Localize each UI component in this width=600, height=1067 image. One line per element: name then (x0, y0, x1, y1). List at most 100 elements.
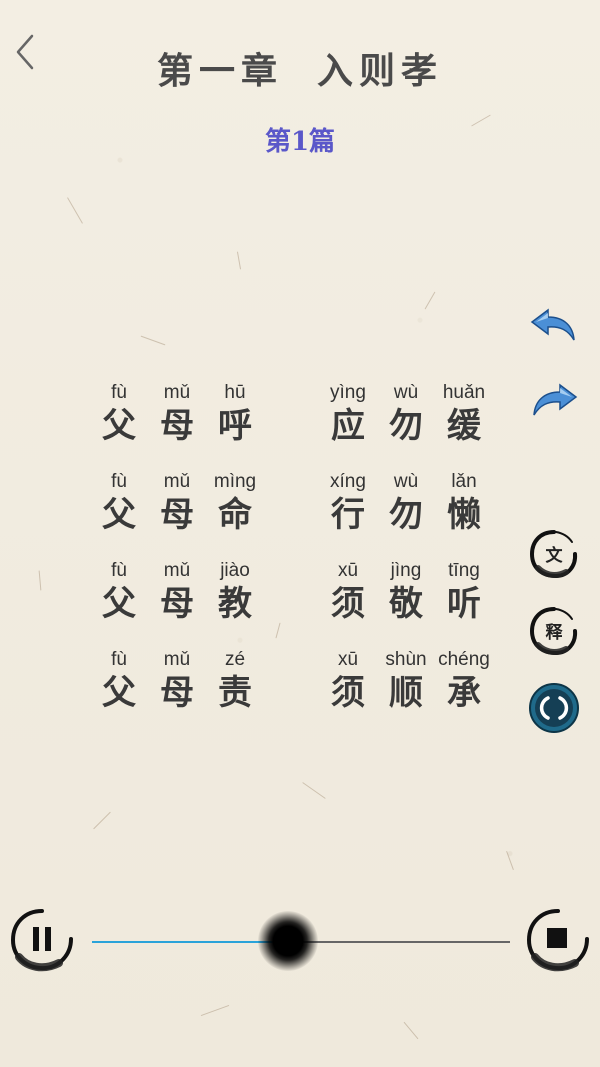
pinyin-label: fù (111, 649, 127, 670)
pinyin-label: shùn (385, 649, 427, 670)
character-cell[interactable]: mǔ 母 (148, 380, 206, 469)
hanzi-character: 命 (218, 495, 252, 535)
pinyin-label: wù (393, 382, 419, 403)
verse-phrase: xū 须 shùn 顺 chéng 承 (319, 647, 494, 736)
pinyin-label: jìng (390, 560, 422, 581)
hanzi-character: 听 (447, 584, 481, 624)
verse-phrase: fù 父 mǔ 母 mìng 命 (90, 469, 265, 558)
pinyin-label: lǎn (451, 471, 477, 492)
hanzi-character: 勿 (389, 406, 423, 446)
character-cell[interactable]: hū 呼 (206, 380, 264, 469)
character-cell[interactable]: fù 父 (90, 380, 148, 469)
text-button-label: 文 (545, 546, 563, 566)
hanzi-character: 顺 (389, 673, 423, 713)
section-title: 第1篇 (264, 127, 336, 157)
redo-arrow-icon (533, 383, 578, 416)
hanzi-character: 父 (102, 584, 136, 624)
character-cell[interactable]: xíng 行 (319, 469, 377, 558)
paper-fiber (302, 782, 326, 799)
pinyin-label: wù (393, 471, 419, 492)
paper-fiber (236, 251, 242, 270)
pinyin-label: mǔ (163, 382, 191, 403)
character-cell[interactable]: xū 须 (319, 558, 377, 647)
paper-fiber (506, 850, 514, 871)
character-cell[interactable]: jiào 教 (206, 558, 264, 647)
hanzi-character: 应 (331, 406, 365, 446)
pinyin-label: zé (224, 649, 246, 670)
pinyin-label: mǔ (163, 471, 191, 492)
verse-line: fù 父 mǔ 母 mìng 命 xíng 行 wù 勿 lǎn 懒 (90, 469, 520, 558)
audio-player (0, 905, 600, 980)
verse-phrase: xíng 行 wù 勿 lǎn 懒 (319, 469, 494, 558)
character-cell[interactable]: mǔ 母 (148, 647, 206, 736)
character-cell[interactable]: chéng 承 (435, 647, 493, 736)
character-cell[interactable]: xū 须 (319, 647, 377, 736)
verse-phrase: yìng 应 wù 勿 huǎn 缓 (319, 380, 494, 469)
pause-icon (10, 909, 73, 972)
character-cell[interactable]: wù 勿 (377, 469, 435, 558)
hanzi-character: 父 (102, 406, 136, 446)
character-cell[interactable]: fù 父 (90, 558, 148, 647)
stop-button[interactable] (523, 905, 593, 975)
stop-icon (526, 909, 589, 972)
pinyin-label: mìng (213, 471, 257, 492)
undo-arrow-icon (530, 308, 575, 341)
character-cell[interactable]: yìng 应 (319, 380, 377, 469)
hanzi-character: 承 (447, 673, 481, 713)
verse-phrase: fù 父 mǔ 母 hū 呼 (90, 380, 265, 469)
pinyin-label: xū (337, 560, 359, 581)
redo-button[interactable] (528, 375, 580, 427)
hanzi-character: 懒 (447, 495, 481, 535)
explain-button[interactable]: 释 (528, 605, 580, 657)
hanzi-character: 父 (102, 673, 136, 713)
pinyin-label: fù (111, 560, 127, 581)
hanzi-character: 缓 (447, 406, 481, 446)
text-button[interactable]: 文 (528, 528, 580, 580)
paper-fiber (38, 570, 42, 591)
hanzi-character: 教 (218, 584, 252, 624)
character-cell[interactable]: fù 父 (90, 469, 148, 558)
hanzi-character: 母 (160, 495, 194, 535)
character-cell[interactable]: mǔ 母 (148, 469, 206, 558)
pinyin-label: huǎn (442, 382, 486, 403)
pinyin-label: fù (111, 471, 127, 492)
progress-thumb[interactable] (258, 911, 319, 971)
undo-button[interactable] (528, 300, 580, 352)
character-cell[interactable]: fù 父 (90, 647, 148, 736)
character-cell[interactable]: wù 勿 (377, 380, 435, 469)
character-cell[interactable]: huǎn 缓 (435, 380, 493, 469)
verse-phrase: fù 父 mǔ 母 zé 责 (90, 647, 265, 736)
pinyin-label: mǔ (163, 649, 191, 670)
hanzi-character: 母 (160, 584, 194, 624)
hanzi-character: 父 (102, 495, 136, 535)
paper-fiber (140, 335, 166, 346)
paper-fiber (403, 1021, 419, 1040)
character-cell[interactable]: mǔ 母 (148, 558, 206, 647)
hanzi-character: 行 (331, 495, 365, 535)
pinyin-label: yìng (330, 382, 366, 403)
hanzi-character: 须 (331, 584, 365, 624)
hanzi-character: 母 (160, 406, 194, 446)
loop-button[interactable] (528, 682, 580, 734)
pinyin-label: chéng (438, 649, 490, 670)
loop-icon (529, 683, 579, 733)
character-cell[interactable]: lǎn 懒 (435, 469, 493, 558)
pause-button[interactable] (7, 905, 77, 975)
character-cell[interactable]: tīng 听 (435, 558, 493, 647)
chapter-number: 第一章 (156, 50, 283, 92)
verse-line: fù 父 mǔ 母 hū 呼 yìng 应 wù 勿 huǎn 缓 (90, 380, 520, 469)
character-cell[interactable]: zé 责 (206, 647, 264, 736)
pinyin-label: fù (111, 382, 127, 403)
pinyin-label: hū (224, 382, 246, 403)
hanzi-character: 母 (160, 673, 194, 713)
hanzi-character: 须 (331, 673, 365, 713)
character-cell[interactable]: shùn 顺 (377, 647, 435, 736)
pinyin-label: mǔ (163, 560, 191, 581)
hanzi-character: 呼 (218, 406, 252, 446)
pinyin-label: xíng (330, 471, 366, 492)
character-cell[interactable]: jìng 敬 (377, 558, 435, 647)
character-cell[interactable]: mìng 命 (206, 469, 264, 558)
hanzi-character: 责 (218, 673, 252, 713)
verse-phrase: fù 父 mǔ 母 jiào 教 (90, 558, 265, 647)
paper-fiber (424, 291, 436, 310)
